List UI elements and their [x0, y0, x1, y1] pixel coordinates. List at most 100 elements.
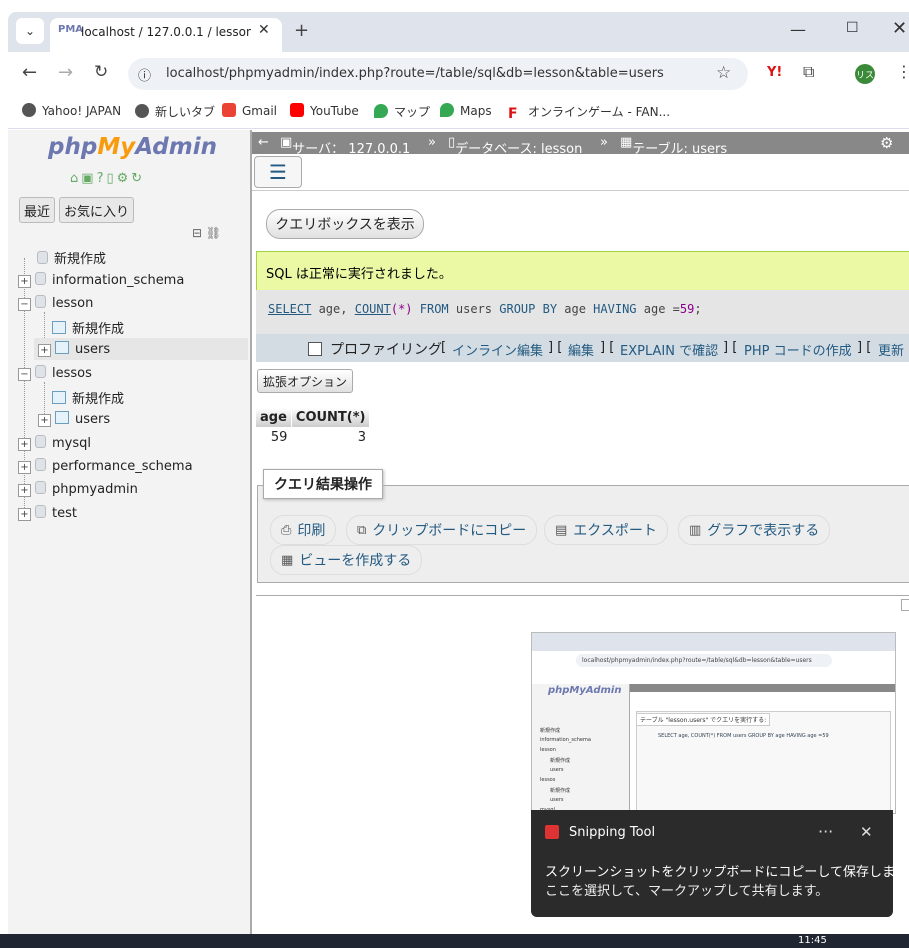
- notification-hint: ここを選択して、マークアップして共有します。: [545, 884, 829, 899]
- tree-item-lesson-users[interactable]: + users: [38, 341, 110, 357]
- new-table-icon: [52, 321, 66, 334]
- tree-item-lessos-new[interactable]: 新規作成: [44, 388, 124, 407]
- breadcrumb-database[interactable]: ▯ データベース: lesson: [448, 135, 582, 157]
- sql-query-text: SELECT age, COUNT(*) FROM users GROUP BY…: [268, 302, 702, 316]
- menu-hamburger-icon[interactable]: ☰: [254, 156, 302, 188]
- column-header-age[interactable]: age: [256, 408, 292, 427]
- tree-item-lesson[interactable]: − lesson: [18, 295, 93, 311]
- settings-icon[interactable]: ⚙: [117, 171, 132, 186]
- export-icon: ▤: [555, 522, 568, 538]
- tree-item-information-schema[interactable]: + information_schema: [18, 272, 184, 288]
- home-icon[interactable]: ⌂: [70, 171, 81, 186]
- docs-icon[interactable]: ▯: [106, 171, 116, 186]
- cell-count[interactable]: 3: [291, 427, 370, 448]
- edit-link[interactable]: 編集: [568, 340, 594, 359]
- tab-search-icon[interactable]: ⌄: [16, 18, 44, 44]
- help-icon[interactable]: ?: [97, 171, 107, 186]
- table-icon: [55, 341, 69, 354]
- window-minimize-button[interactable]: —: [790, 20, 806, 39]
- copy-to-clipboard-button[interactable]: ⧉ クリップボードにコピー: [346, 515, 538, 545]
- expand-icon[interactable]: +: [38, 344, 51, 357]
- recent-tables-button[interactable]: 最近: [19, 197, 56, 223]
- export-button[interactable]: ▤ エクスポート: [544, 515, 668, 545]
- forward-arrow-icon[interactable]: →: [58, 62, 73, 83]
- expand-icon[interactable]: +: [38, 414, 51, 427]
- bracket: [: [441, 340, 447, 355]
- bookmark-star-icon[interactable]: ☆: [716, 63, 731, 83]
- sidebar-quick-icons[interactable]: ⌂▣?▯⚙↻: [70, 171, 145, 186]
- result-header-row: age COUNT(*): [256, 408, 371, 427]
- collapse-icon[interactable]: −: [18, 368, 31, 381]
- column-header-count[interactable]: COUNT(*): [291, 408, 371, 427]
- show-query-box-button[interactable]: クエリボックスを表示: [266, 209, 424, 239]
- notification-more-icon[interactable]: ···: [818, 822, 833, 841]
- favorite-tables-button[interactable]: お気に入り: [59, 197, 135, 223]
- window-close-button[interactable]: ✕: [892, 18, 907, 39]
- tree-item-mysql[interactable]: + mysql: [18, 435, 91, 451]
- inline-edit-link[interactable]: インライン編集: [452, 340, 543, 359]
- expand-icon[interactable]: +: [18, 484, 31, 497]
- screenshot-thumbnail[interactable]: localhost/phpmyadmin/index.php?route=/ta…: [531, 632, 896, 814]
- address-bar-url[interactable]: localhost/phpmyadmin/index.php?route=/ta…: [166, 66, 664, 81]
- expand-icon[interactable]: +: [18, 461, 31, 474]
- yahoo-extension-icon[interactable]: Y!: [767, 65, 782, 80]
- thumbnail-bookmarks: [532, 671, 895, 683]
- create-view-button[interactable]: ▦ ビューを作成する: [270, 545, 423, 575]
- expand-icon[interactable]: +: [18, 508, 31, 521]
- taskbar-clock[interactable]: 11:45: [798, 935, 827, 946]
- site-info-icon[interactable]: ⓘ: [138, 65, 151, 84]
- page-settings-icon[interactable]: ⚙: [880, 134, 893, 152]
- display-chart-button[interactable]: ▥ グラフで表示する: [678, 515, 831, 545]
- desktop-strip: [0, 0, 909, 12]
- create-php-code-link[interactable]: PHP コードの作成: [744, 340, 852, 359]
- database-icon: [35, 505, 46, 518]
- tree-item-new[interactable]: 新規作成: [24, 248, 106, 267]
- tab-close-icon[interactable]: ✕: [258, 22, 270, 38]
- cell-age[interactable]: 59: [256, 427, 291, 448]
- collapse-sidebar-icon[interactable]: ←: [258, 135, 269, 150]
- bookmark-yahoo[interactable]: Yahoo! JAPAN: [22, 103, 121, 118]
- map-pin-icon: [374, 104, 388, 118]
- notification-close-icon[interactable]: ✕: [860, 823, 873, 841]
- profile-avatar[interactable]: リス: [855, 64, 875, 84]
- bookmark-map-jp[interactable]: マップ: [374, 103, 430, 120]
- breadcrumb-server[interactable]: ▣ サーバ： 127.0.0.1: [280, 135, 410, 157]
- bookmark-online-game[interactable]: F オンラインゲーム - FAN...: [508, 103, 670, 121]
- breadcrumb-table[interactable]: ▦ テーブル: users: [620, 135, 727, 157]
- logout-icon[interactable]: ▣: [81, 171, 96, 186]
- reload-navigation-icon[interactable]: ↻: [131, 171, 145, 186]
- thumbnail-query-dialog: [636, 711, 891, 813]
- expand-icon[interactable]: +: [18, 438, 31, 451]
- browser-menu-icon[interactable]: ⋮: [896, 62, 909, 81]
- extended-options-button[interactable]: 拡張オプション: [257, 369, 353, 393]
- refresh-link[interactable]: 更新: [878, 340, 904, 359]
- bookmark-youtube[interactable]: YouTube: [290, 103, 359, 118]
- tree-item-test[interactable]: + test: [18, 505, 77, 521]
- thumbnail-breadcrumb: [630, 684, 895, 692]
- window-maximize-button[interactable]: ☐: [846, 20, 859, 36]
- console-toggle-icon[interactable]: [901, 599, 909, 611]
- back-arrow-icon[interactable]: ←: [22, 62, 37, 83]
- thumbnail-tree-item: users: [550, 797, 564, 803]
- bracket: ] [: [857, 340, 872, 355]
- tree-item-lessos-users[interactable]: + users: [38, 411, 110, 427]
- clipboard-icon: ⧉: [357, 522, 367, 538]
- expand-icon[interactable]: +: [18, 275, 31, 288]
- phpmyadmin-logo[interactable]: phpMyAdmin: [48, 134, 217, 160]
- bookmark-gmail[interactable]: Gmail: [222, 103, 277, 118]
- tree-item-lessos[interactable]: − lessos: [18, 365, 92, 381]
- tree-item-performance-schema[interactable]: + performance_schema: [18, 458, 193, 474]
- new-tab-button[interactable]: +: [294, 20, 309, 41]
- tree-item-phpmyadmin[interactable]: + phpmyadmin: [18, 481, 138, 497]
- reload-icon[interactable]: ↻: [94, 62, 108, 82]
- profiling-checkbox[interactable]: [308, 342, 322, 356]
- explain-link[interactable]: EXPLAIN で確認: [620, 340, 718, 359]
- print-button[interactable]: ⎙ 印刷: [270, 515, 337, 545]
- database-icon: [35, 481, 46, 494]
- extensions-puzzle-icon[interactable]: ⧉: [803, 62, 814, 82]
- tree-item-lesson-new[interactable]: 新規作成: [44, 318, 124, 337]
- bookmark-maps[interactable]: Maps: [440, 103, 492, 118]
- collapse-all-icon[interactable]: ⊟ ⛓: [192, 226, 221, 240]
- collapse-icon[interactable]: −: [18, 298, 31, 311]
- bookmark-new-tab[interactable]: 新しいタブ: [135, 103, 215, 120]
